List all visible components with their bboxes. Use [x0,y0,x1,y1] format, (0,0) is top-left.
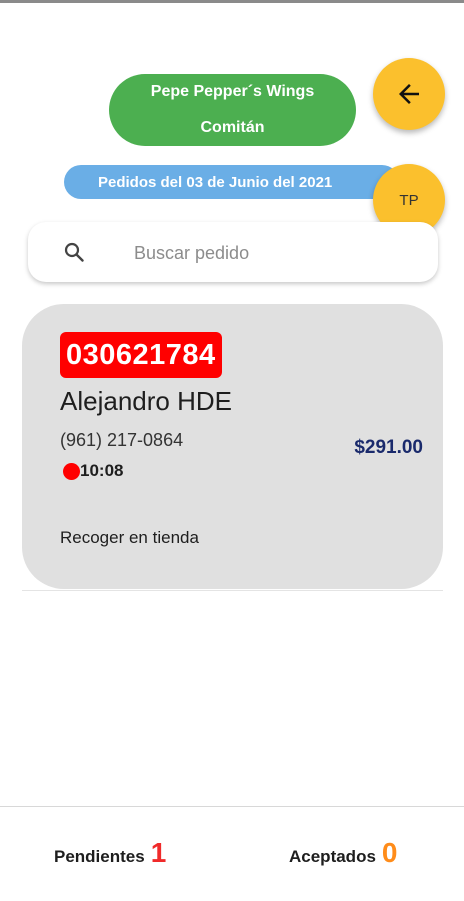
back-button[interactable] [373,58,445,130]
search-bar [28,222,438,282]
date-pill: Pedidos del 03 de Junio del 2021 [64,165,399,199]
delivery-type: Recoger en tienda [60,528,199,547]
store-name-pill[interactable]: Pepe Pepper´s Wings Comitán [109,74,356,146]
customer-name: Alejandro HDE [60,386,232,416]
list-divider [22,590,443,591]
tab-pendientes-label: Pendientes [54,847,145,866]
date-label: Pedidos del 03 de Junio del 2021 [98,173,333,191]
store-city: Comitán [200,119,265,136]
arrow-left-icon [399,84,419,104]
tab-aceptados-label: Aceptados [289,847,376,866]
accepted-count: 0 [381,837,398,868]
tab-pendientes[interactable]: Pendientes 1 [54,837,166,869]
order-card[interactable]: 030621784 Alejandro HDE (961) 217-0864 1… [22,304,443,589]
order-time: 10:08 [80,461,124,480]
search-icon [64,242,84,262]
tab-aceptados[interactable]: Aceptados 0 [289,837,398,869]
search-input[interactable] [132,236,426,270]
customer-phone: (961) 217-0864 [60,430,184,450]
store-name: Pepe Pepper´s Wings [150,83,315,100]
order-id-badge: 030621784 [60,332,222,378]
bottom-nav: Pendientes 1 Aceptados 0 [0,806,464,901]
status-dot [63,463,80,480]
user-initials: TP [399,191,419,209]
order-total: $291.00 [354,437,423,458]
pending-count: 1 [150,837,167,868]
top-divider [0,0,464,3]
